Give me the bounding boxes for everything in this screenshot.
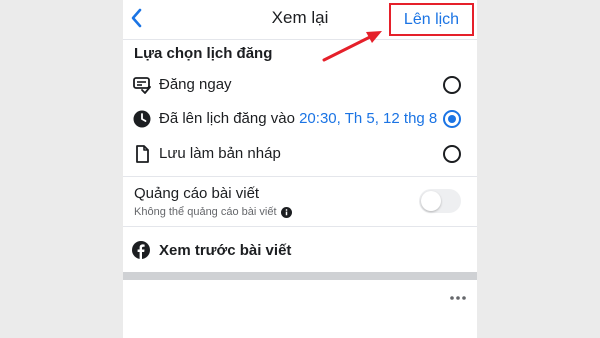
right-backdrop: [477, 0, 600, 338]
option-post-now[interactable]: Đăng ngay: [123, 69, 477, 101]
scheduled-time[interactable]: 20:30, Th 5, 12 thg 8: [299, 110, 437, 127]
radio-post-now[interactable]: [443, 76, 461, 94]
divider: [123, 226, 477, 227]
left-backdrop: [0, 0, 123, 338]
option-scheduled-label: Đã lên lịch đăng vào 20:30, Th 5, 12 thg…: [159, 110, 437, 127]
section-separator: [123, 272, 477, 280]
radio-save-draft[interactable]: [443, 145, 461, 163]
option-post-now-label: Đăng ngay: [159, 76, 232, 93]
facebook-icon: [132, 241, 150, 259]
option-scheduled-text: Đã lên lịch đăng vào: [159, 110, 300, 127]
option-save-draft[interactable]: Lưu làm bản nháp: [123, 138, 477, 170]
option-scheduled[interactable]: Đã lên lịch đăng vào 20:30, Th 5, 12 thg…: [123, 103, 477, 135]
review-screen: Xem lại Lên lịch Lựa chọn lịch đăng Đăng…: [123, 0, 477, 338]
clock-icon: [133, 110, 151, 128]
radio-scheduled[interactable]: [443, 110, 461, 128]
option-save-draft-label: Lưu làm bản nháp: [159, 145, 281, 162]
publish-options-heading: Lựa chọn lịch đăng: [134, 45, 273, 62]
annotation-arrow-icon: [322, 31, 382, 62]
top-bar: Xem lại Lên lịch: [123, 0, 477, 40]
post-now-icon: [133, 77, 151, 94]
preview-post-label: Xem trước bài viết: [159, 242, 292, 259]
more-options-icon[interactable]: [448, 293, 468, 303]
boost-post-subtitle: Không thể quảng cáo bài viết: [134, 206, 292, 218]
schedule-button[interactable]: Lên lịch: [389, 3, 474, 36]
preview-post-row[interactable]: Xem trước bài viết: [123, 235, 477, 267]
boost-post-title: Quảng cáo bài viết: [134, 185, 260, 202]
boost-post-toggle[interactable]: [419, 189, 461, 213]
divider: [123, 176, 477, 177]
schedule-button-label: Lên lịch: [403, 10, 460, 28]
info-icon[interactable]: [280, 206, 292, 218]
boost-unavailable-text: Không thể quảng cáo bài viết: [134, 206, 277, 218]
draft-document-icon: [136, 145, 149, 163]
